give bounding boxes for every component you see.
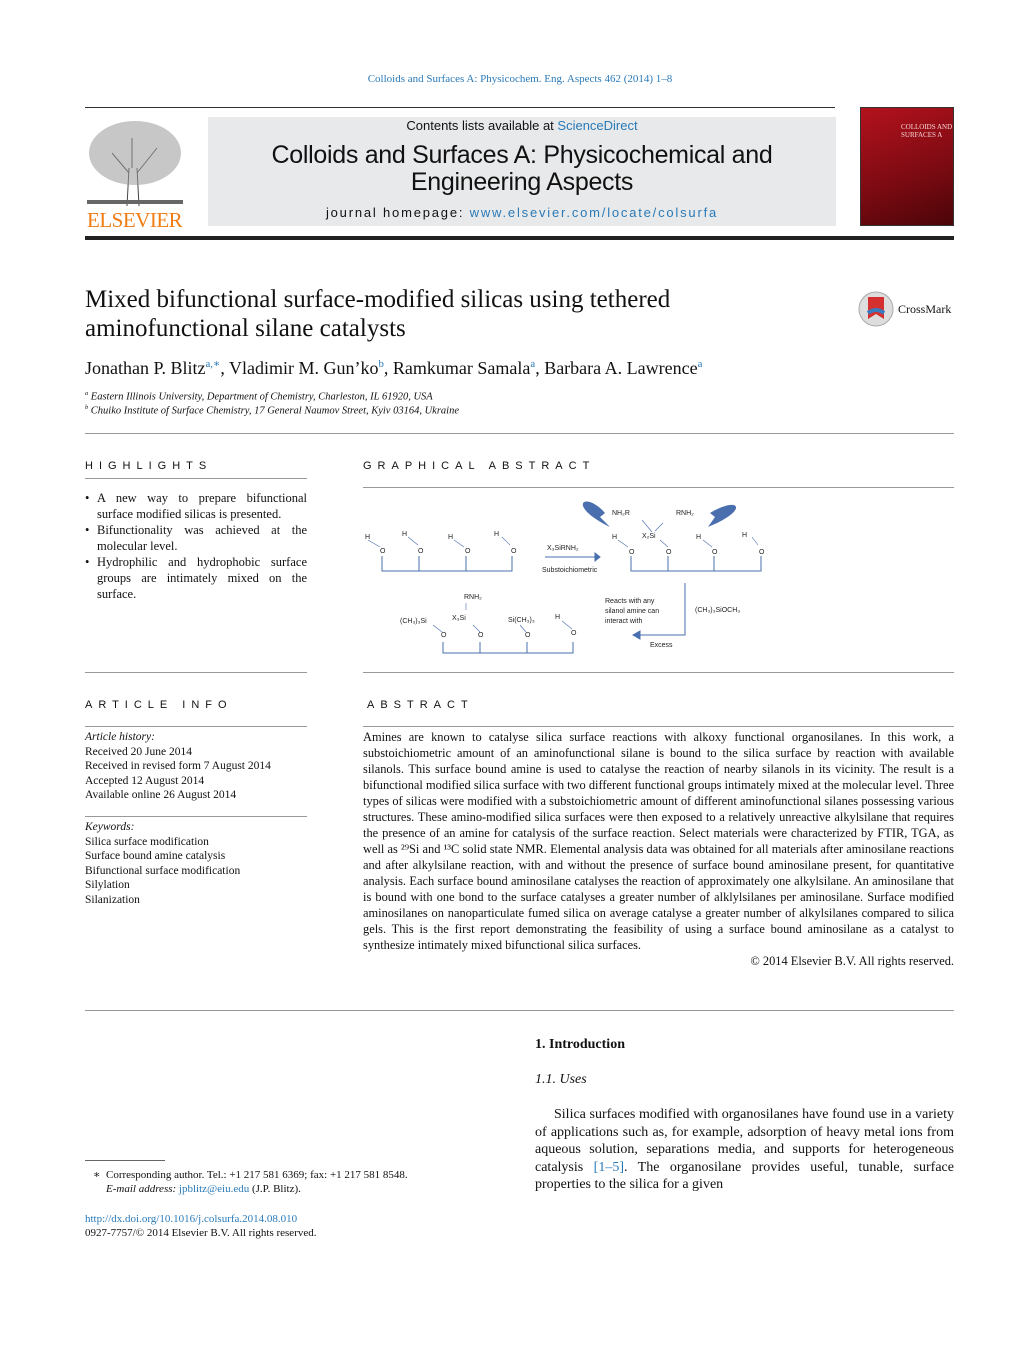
issn-copyright: 0927-7757/© 2014 Elsevier B.V. All right… — [85, 1227, 317, 1239]
contents-label: Contents lists available at — [406, 118, 558, 133]
history-item: Accepted 12 August 2014 — [85, 774, 205, 787]
svg-text:X₂Si: X₂Si — [642, 533, 656, 540]
abstract-text: Amines are known to catalyse silica surf… — [363, 730, 954, 952]
history-item: Received in revised form 7 August 2014 — [85, 760, 271, 772]
svg-text:O: O — [759, 549, 765, 556]
svg-text:RNH₂: RNH₂ — [464, 594, 482, 601]
author[interactable]: Vladimir M. Gun’kob — [229, 358, 384, 378]
highlight-item: Bifunctionality was achieved at the mole… — [85, 522, 307, 554]
section-heading: 1. Introduction — [535, 1037, 625, 1052]
author-list: Jonathan P. Blitza,∗, Vladimir M. Gun’ko… — [85, 358, 703, 378]
homepage-link[interactable]: www.elsevier.com/locate/colsurfa — [470, 205, 718, 220]
highlight-item: A new way to prepare bifunctional surfac… — [85, 490, 307, 522]
svg-text:silanol amine can: silanol amine can — [605, 608, 659, 615]
journal-citation[interactable]: Colloids and Surfaces A: Physicochem. En… — [0, 73, 1020, 85]
svg-text:Si(CH₃)₃: Si(CH₃)₃ — [508, 617, 535, 624]
svg-text:H: H — [494, 531, 499, 538]
crossmark-icon — [858, 291, 894, 327]
svg-text:O: O — [418, 548, 424, 555]
journal-title-line2: Engineering Aspects — [410, 168, 634, 196]
abstract-copyright: © 2014 Elsevier B.V. All rights reserved… — [750, 954, 954, 968]
svg-text:NH₂R: NH₂R — [612, 510, 630, 517]
abstract-body: Amines are known to catalyse silica surf… — [363, 729, 954, 969]
keyword: Surface bound amine catalysis — [85, 850, 226, 862]
homepage-label: journal homepage: — [325, 205, 470, 220]
corresponding-author-note: ∗ Corresponding author. Tel.: +1 217 581… — [93, 1169, 408, 1195]
svg-text:H: H — [365, 534, 370, 541]
intro-paragraph: Silica surfaces modified with organosila… — [535, 1107, 954, 1192]
keyword: Bifunctional surface modification — [85, 864, 241, 877]
curved-arrow-icon — [582, 501, 610, 527]
crossmark-badge[interactable]: CrossMark — [858, 291, 951, 327]
keywords: Keywords: Silica surface modification Su… — [85, 821, 241, 906]
doi-link[interactable]: http://dx.doi.org/10.1016/j.colsurfa.201… — [85, 1212, 317, 1226]
elsevier-tree-logo — [87, 118, 183, 207]
svg-text:interact with: interact with — [605, 618, 642, 625]
svg-text:O: O — [712, 549, 718, 556]
svg-text:X₃SiRNH₂: X₃SiRNH₂ — [547, 545, 579, 552]
journal-cover: COLLOIDS AND SURFACES A — [860, 107, 954, 226]
svg-text:H: H — [402, 531, 407, 538]
cover-title: COLLOIDS AND SURFACES A — [901, 123, 953, 139]
sciencedirect-link[interactable]: ScienceDirect — [557, 118, 637, 133]
history-item: Available online 26 August 2014 — [85, 789, 237, 801]
svg-text:Substoichiometric: Substoichiometric — [542, 567, 598, 574]
curved-arrow-icon — [708, 504, 737, 527]
abstract-heading: ABSTRACT — [367, 699, 474, 711]
crossmark-label: CrossMark — [898, 301, 952, 316]
email-link[interactable]: jpblitz@eiu.edu — [179, 1183, 249, 1195]
doi-block: http://dx.doi.org/10.1016/j.colsurfa.201… — [85, 1212, 317, 1240]
svg-text:Excess: Excess — [650, 642, 673, 649]
highlights-list: A new way to prepare bifunctional surfac… — [85, 490, 307, 602]
article-title: Mixed bifunctional surface-modified sili… — [85, 286, 671, 342]
svg-text:H: H — [555, 614, 560, 621]
svg-text:Reacts with any: Reacts with any — [605, 598, 655, 605]
svg-text:O: O — [525, 632, 531, 639]
graphical-abstract-figure: HO HO HO HO X₃SiRNH₂ Substoichiometric N… — [360, 495, 780, 665]
svg-text:H: H — [696, 534, 701, 541]
svg-text:O: O — [511, 548, 517, 555]
svg-text:O: O — [629, 549, 635, 556]
svg-text:X₃Si: X₃Si — [452, 615, 466, 622]
svg-text:O: O — [666, 549, 672, 556]
elsevier-logo: ELSEVIER — [87, 208, 183, 232]
keyword: Silanization — [85, 893, 140, 906]
keyword: Silica surface modification — [85, 835, 209, 848]
svg-text:H: H — [742, 532, 747, 539]
svg-text:O: O — [478, 632, 484, 639]
svg-text:O: O — [441, 632, 447, 639]
svg-text:RNH₂: RNH₂ — [676, 510, 694, 517]
keyword: Silylation — [85, 879, 130, 891]
svg-text:(CH₃)₃SiOCH₃: (CH₃)₃SiOCH₃ — [695, 607, 740, 614]
reference-link[interactable]: [1–5] — [594, 1160, 624, 1175]
svg-text:(CH₃)₃Si: (CH₃)₃Si — [400, 618, 427, 625]
highlights-heading: HIGHLIGHTS — [85, 460, 213, 472]
author[interactable]: Ramkumar Samalaa — [393, 358, 535, 378]
history-item: Received 20 June 2014 — [85, 745, 192, 758]
svg-text:H: H — [612, 534, 617, 541]
journal-title: Colloids and Surfaces A: Physicochemical… — [271, 141, 773, 169]
author[interactable]: Barbara A. Lawrencea — [544, 358, 702, 378]
highlight-item: Hydrophilic and hydrophobic surface grou… — [85, 554, 307, 602]
journal-banner: Contents lists available at ScienceDirec… — [208, 117, 836, 226]
article-info-heading: ARTICLE INFO — [85, 699, 233, 711]
svg-text:O: O — [465, 548, 471, 555]
article-history: Article history: Received 20 June 2014 R… — [85, 731, 271, 801]
svg-text:O: O — [571, 630, 577, 637]
author[interactable]: Jonathan P. Blitza,∗ — [85, 358, 220, 378]
affiliation-b: b Chuiko Institute of Surface Chemistry,… — [85, 404, 460, 417]
affiliation-a: a Eastern Illinois University, Departmen… — [85, 390, 433, 403]
svg-text:H: H — [448, 534, 453, 541]
svg-text:O: O — [380, 548, 386, 555]
graphical-abstract-heading: GRAPHICAL ABSTRACT — [363, 460, 596, 472]
subsection-heading: 1.1. Uses — [535, 1072, 587, 1087]
